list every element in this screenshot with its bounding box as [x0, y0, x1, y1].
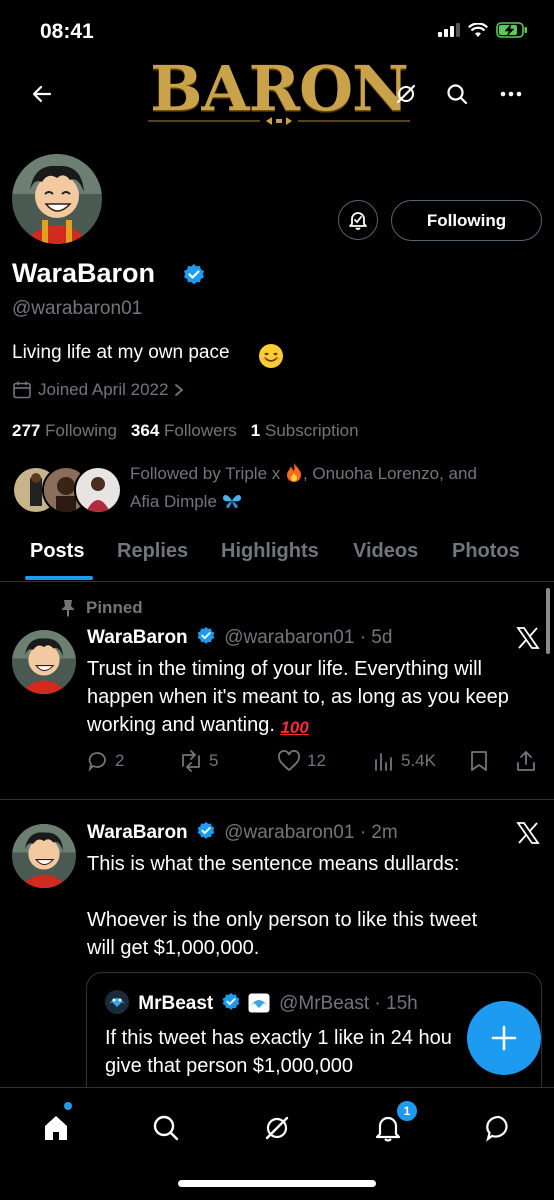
status-time: 08:41: [40, 20, 94, 43]
profile-bio: Living life at my own pace: [12, 342, 230, 363]
search-icon: [447, 84, 468, 105]
back-button[interactable]: [22, 74, 62, 114]
reply-button[interactable]: 2: [87, 750, 124, 772]
scrollbar[interactable]: [546, 588, 550, 654]
compose-post-button[interactable]: [467, 1001, 541, 1075]
tweet-text: Trust in the timing of your life. Everyt…: [87, 655, 547, 742]
reply-icon: [88, 752, 106, 772]
heart-icon: [278, 750, 300, 772]
grok-button[interactable]: [386, 74, 426, 114]
following-stat[interactable]: 277 Following: [12, 421, 117, 441]
joined-date[interactable]: Joined April 2022: [12, 380, 184, 400]
tabs-divider: [0, 581, 554, 582]
x-logo-icon: [516, 822, 540, 844]
display-name: WaraBaron: [12, 258, 156, 288]
banner-title: BARON: [150, 52, 409, 125]
grok-icon: [396, 84, 416, 104]
plus-icon: [491, 1025, 517, 1051]
profile-banner: BARON: [148, 50, 410, 126]
status-icons: [438, 22, 528, 38]
quoted-tweet-header: MrBeast @MrBeast · 15h: [105, 990, 418, 1015]
calendar-icon: [13, 381, 31, 399]
tweet-text: This is what the sentence means dullards…: [87, 853, 478, 959]
home-indicator[interactable]: [178, 1180, 376, 1187]
more-options-button[interactable]: [491, 74, 531, 114]
tab-posts[interactable]: Posts: [30, 540, 84, 563]
verified-badge-icon: [222, 992, 239, 1010]
verified-badge-icon: [184, 264, 204, 285]
subscription-stat[interactable]: 1 Subscription: [251, 421, 359, 441]
bookmark-button[interactable]: [469, 750, 489, 772]
nav-messages[interactable]: [477, 1106, 521, 1150]
nav-grok[interactable]: [255, 1106, 299, 1150]
followed-by-text[interactable]: Followed by Triple x , Onuoha Lorenzo, a…: [130, 460, 540, 516]
quoted-tweet-text: If this tweet has exactly 1 like in 24 h…: [105, 1027, 452, 1077]
grok-icon: [265, 1116, 289, 1140]
pin-icon: [62, 600, 74, 617]
butterfly-emoji-icon: [222, 492, 242, 510]
tab-highlights[interactable]: Highlights: [221, 540, 319, 563]
like-button[interactable]: 12: [277, 750, 326, 772]
tweet-author-name[interactable]: WaraBaron: [87, 627, 188, 648]
x-logo-icon: [516, 627, 540, 649]
chat-bubble-icon: [486, 1115, 508, 1142]
following-button[interactable]: Following: [391, 200, 542, 241]
nav-home[interactable]: [34, 1106, 78, 1150]
profile-avatar[interactable]: [12, 154, 102, 244]
notifications-toggle-button[interactable]: [338, 200, 378, 240]
profile-handle: @warabaron01: [12, 298, 143, 319]
tweet-author-avatar[interactable]: [12, 630, 76, 694]
mrbeast-avatar: [105, 990, 129, 1014]
bell-notify-icon: [349, 212, 367, 230]
followed-by-avatars[interactable]: [12, 466, 122, 514]
repost-icon: [182, 750, 200, 772]
home-unread-dot: [64, 1102, 72, 1110]
bookmark-icon: [471, 751, 487, 771]
cellular-signal-icon: [438, 23, 460, 37]
share-icon: [517, 751, 535, 771]
active-tab-indicator: [25, 576, 93, 580]
tweet-actions: 2 5 12 5.4K: [87, 748, 542, 774]
nav-search[interactable]: [144, 1106, 188, 1150]
tweet-author-avatar[interactable]: [12, 824, 76, 888]
home-icon: [45, 1116, 67, 1140]
followers-stat[interactable]: 364 Followers: [131, 421, 237, 441]
share-button[interactable]: [515, 750, 537, 772]
avatar-image: [12, 154, 102, 244]
tab-photos[interactable]: Photos: [452, 540, 520, 563]
profile-stats: 277 Following 364 Followers 1 Subscripti…: [12, 421, 359, 441]
smiling-face-emoji-icon: [259, 344, 283, 368]
more-horizontal-icon: [500, 91, 522, 97]
fire-emoji-icon: [285, 462, 303, 482]
views-button[interactable]: 5.4K: [373, 750, 436, 772]
wifi-icon: [468, 22, 488, 37]
profile-tabs: Posts Replies Highlights Videos Photos: [0, 532, 554, 582]
chevron-right-icon: [175, 384, 184, 396]
tweet-handle-time: @warabaron01 · 2m: [224, 822, 398, 843]
tweet-author-name[interactable]: WaraBaron: [87, 822, 188, 843]
search-button[interactable]: [437, 74, 477, 114]
views-chart-icon: [375, 753, 392, 771]
tweet-header: WaraBaron @warabaron01 · 5d: [87, 626, 392, 649]
affiliate-badge-icon: [248, 993, 270, 1013]
tweet-divider: [0, 799, 554, 800]
tab-replies[interactable]: Replies: [117, 540, 188, 563]
banner-ornament: [148, 117, 410, 125]
notifications-badge: 1: [395, 1099, 419, 1123]
hundred-points-emoji-icon: 100: [280, 718, 309, 737]
verified-badge-icon: [197, 626, 215, 644]
quoted-handle-time: @MrBeast · 15h: [279, 993, 418, 1014]
search-icon: [153, 1115, 179, 1141]
repost-button[interactable]: 5: [179, 750, 218, 772]
follower-avatar: [74, 466, 122, 514]
arrow-left-icon: [32, 85, 52, 103]
battery-charging-icon: [496, 22, 527, 38]
tweet-handle-time: @warabaron01 · 5d: [224, 627, 393, 648]
joined-label: Joined April 2022: [38, 380, 169, 399]
quoted-author-name: MrBeast: [138, 993, 214, 1014]
tab-videos[interactable]: Videos: [353, 540, 418, 563]
tweet-header: WaraBaron @warabaron01 · 2m: [87, 821, 398, 844]
verified-badge-icon: [197, 821, 215, 839]
pinned-label: Pinned: [60, 598, 143, 618]
